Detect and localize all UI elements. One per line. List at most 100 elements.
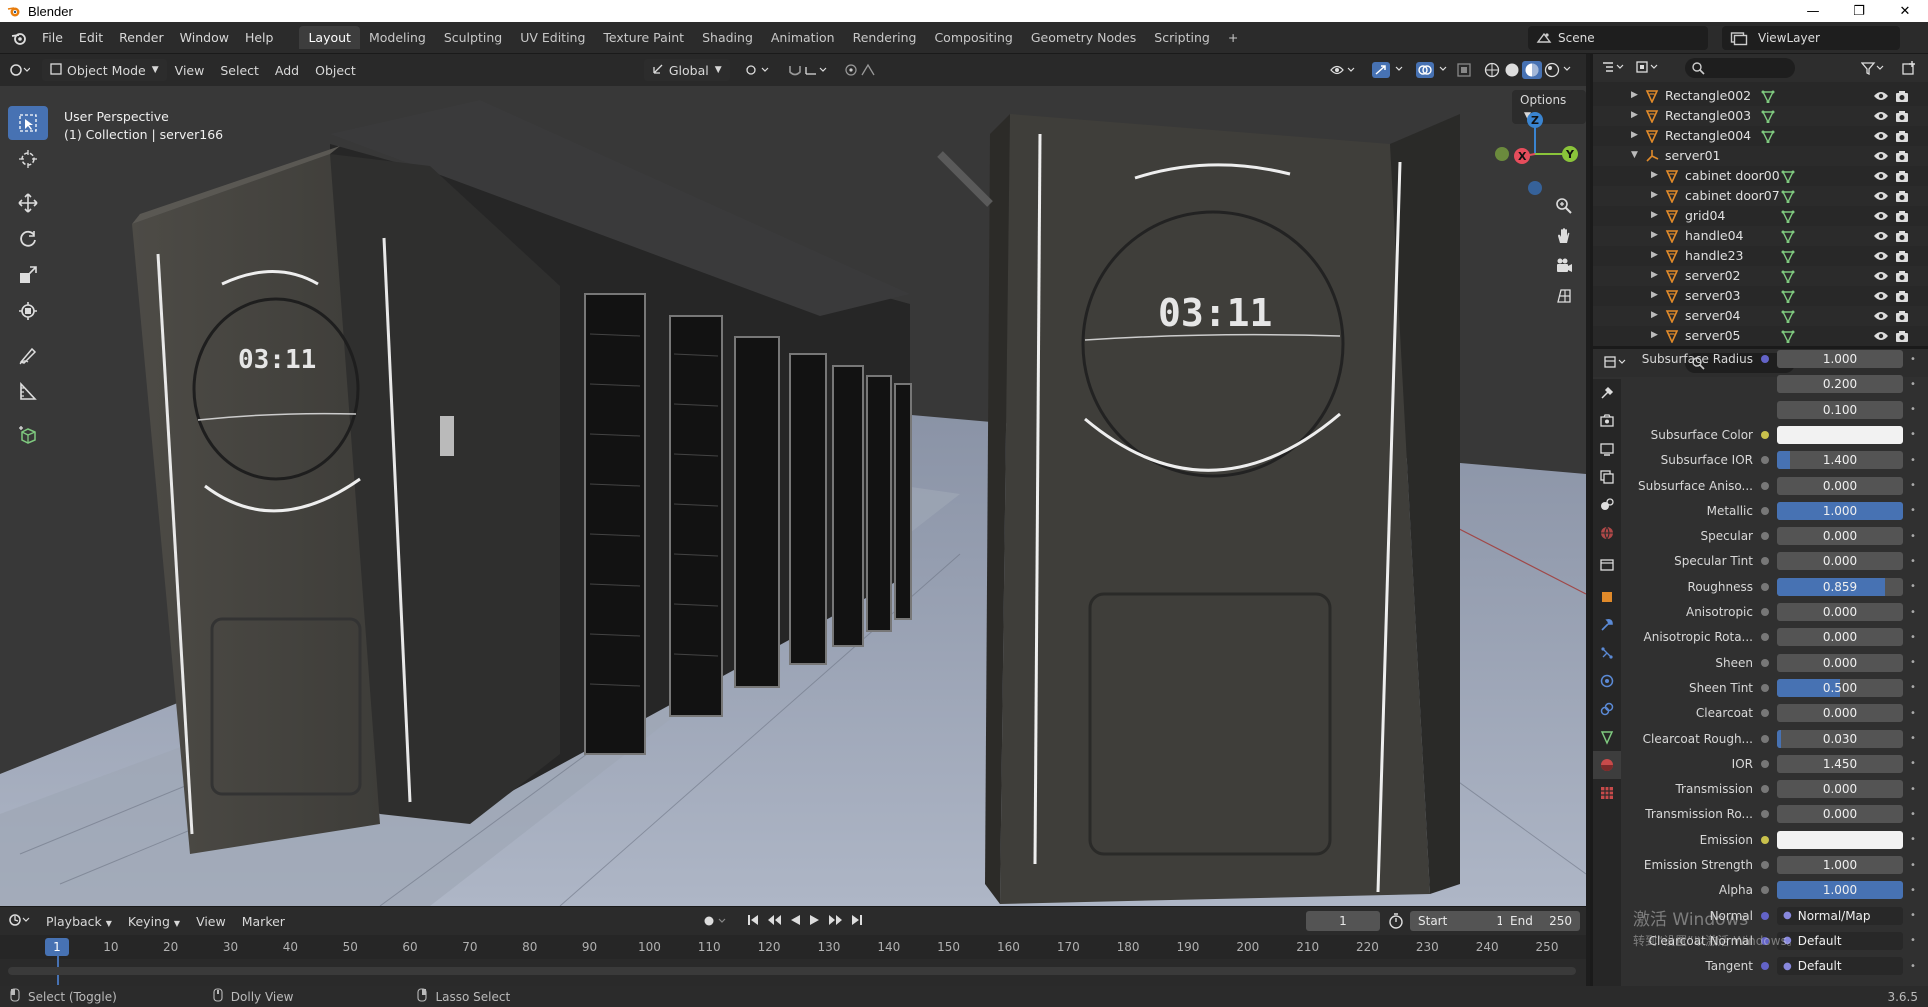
socket-dot-icon[interactable] [1761, 430, 1769, 439]
value-slider[interactable]: 1.000 [1777, 501, 1903, 520]
visibility-eye-icon[interactable] [1873, 149, 1889, 166]
keyframe-dot-icon[interactable]: • [1907, 556, 1919, 567]
render-camera-icon[interactable] [1895, 189, 1909, 206]
keyframe-dot-icon[interactable]: • [1907, 834, 1919, 845]
value-slider[interactable]: 0.859 [1777, 577, 1903, 596]
keyframe-dot-icon[interactable]: • [1907, 632, 1919, 643]
render-camera-icon[interactable] [1895, 129, 1909, 146]
tab-layout[interactable]: Layout [299, 26, 360, 49]
rotate-tool[interactable] [8, 222, 48, 256]
keyframe-dot-icon[interactable]: • [1907, 531, 1919, 542]
outliner-row[interactable]: ▶ handle23 [1593, 246, 1928, 266]
outliner-row[interactable]: ▶ server02 [1593, 266, 1928, 286]
add-workspace-button[interactable]: + [1219, 26, 1247, 49]
link-field[interactable]: ● Default [1777, 957, 1903, 976]
keyframe-dot-icon[interactable]: • [1907, 758, 1919, 769]
expand-right-icon[interactable]: ▶ [1651, 170, 1658, 180]
view-layer-properties-icon[interactable] [1593, 463, 1621, 491]
outliner-row[interactable]: ▶ cabinet door00 [1593, 166, 1928, 186]
keyframe-dot-icon[interactable]: • [1907, 505, 1919, 516]
keyframe-dot-icon[interactable]: • [1907, 581, 1919, 592]
value-slider[interactable]: 0.200 [1777, 375, 1903, 394]
render-camera-icon[interactable] [1895, 309, 1909, 326]
pivot-point-button[interactable] [736, 59, 780, 81]
editor-type-button[interactable] [0, 59, 38, 81]
physics-properties-icon[interactable] [1593, 667, 1621, 695]
expand-right-icon[interactable]: ▶ [1651, 290, 1658, 300]
menu-render[interactable]: Render [111, 30, 172, 45]
tab-rendering[interactable]: Rendering [844, 26, 926, 49]
keyframe-dot-icon[interactable]: • [1907, 733, 1919, 744]
value-slider[interactable]: 0.030 [1777, 729, 1903, 748]
value-slider[interactable]: 0.000 [1777, 805, 1903, 824]
viewport-menu-add[interactable]: Add [267, 59, 307, 81]
mesh-data-icon[interactable] [1781, 209, 1795, 226]
keyframe-dot-icon[interactable]: • [1907, 961, 1919, 972]
keyframe-dot-icon[interactable]: • [1907, 429, 1919, 440]
visibility-eye-icon[interactable] [1873, 169, 1889, 186]
timeline-menu-keying[interactable]: Keying ▼ [120, 914, 188, 929]
measure-tool[interactable] [8, 374, 48, 408]
value-slider[interactable]: 0.000 [1777, 527, 1903, 546]
socket-dot-icon[interactable] [1761, 785, 1769, 794]
value-slider[interactable]: 0.000 [1777, 780, 1903, 799]
play-icon[interactable] [808, 913, 822, 930]
value-slider[interactable]: 0.000 [1777, 628, 1903, 647]
socket-dot-icon[interactable] [1761, 962, 1769, 971]
socket-dot-icon[interactable] [1761, 633, 1769, 642]
keyframe-dot-icon[interactable]: • [1907, 404, 1919, 415]
visibility-eye-icon[interactable] [1873, 189, 1889, 206]
timeline-menu-view[interactable]: View [188, 914, 234, 929]
mode-dropdown[interactable]: Object Mode ▼ [42, 59, 167, 81]
expand-right-icon[interactable]: ▶ [1651, 250, 1658, 260]
particles-properties-icon[interactable] [1593, 639, 1621, 667]
collection-properties-icon[interactable] [1593, 551, 1621, 579]
mesh-data-icon[interactable] [1781, 229, 1795, 246]
restore-button[interactable]: ❐ [1836, 0, 1882, 22]
outliner-row[interactable]: ▶ Rectangle002 [1593, 86, 1928, 106]
expand-right-icon[interactable]: ▶ [1651, 310, 1658, 320]
current-frame-marker[interactable]: 1 [45, 938, 69, 956]
visibility-eye-icon[interactable] [1873, 229, 1889, 246]
expand-right-icon[interactable]: ▶ [1651, 230, 1658, 240]
keyframe-dot-icon[interactable]: • [1907, 708, 1919, 719]
mesh-data-icon[interactable] [1781, 249, 1795, 266]
outliner-row[interactable]: ▶ handle04 [1593, 226, 1928, 246]
socket-dot-icon[interactable] [1761, 506, 1769, 515]
jump-to-keyframe-back-icon[interactable] [766, 913, 782, 930]
value-slider[interactable]: 1.400 [1777, 451, 1903, 470]
object-properties-icon[interactable] [1593, 583, 1621, 611]
tab-shading[interactable]: Shading [693, 26, 762, 49]
minimize-button[interactable]: — [1790, 0, 1836, 22]
value-slider[interactable]: 0.500 [1777, 678, 1903, 697]
move-tool[interactable] [8, 186, 48, 220]
value-slider[interactable]: 1.450 [1777, 754, 1903, 773]
visibility-eye-icon[interactable] [1873, 249, 1889, 266]
modifier-properties-icon[interactable] [1593, 611, 1621, 639]
visibility-eye-icon[interactable] [1873, 289, 1889, 306]
blender-menu-icon[interactable] [8, 27, 30, 49]
tab-geometry-nodes[interactable]: Geometry Nodes [1022, 26, 1145, 49]
outliner-row[interactable]: ▼ server01 [1593, 146, 1928, 166]
outliner-editor-type-icon[interactable] [1601, 60, 1627, 77]
render-camera-icon[interactable] [1895, 169, 1909, 186]
tab-scripting[interactable]: Scripting [1145, 26, 1219, 49]
mesh-data-icon[interactable] [1781, 289, 1795, 306]
mesh-data-icon[interactable] [1781, 329, 1795, 346]
proportional-editing-icon[interactable] [836, 59, 892, 81]
socket-dot-icon[interactable] [1761, 456, 1769, 465]
socket-dot-icon[interactable] [1761, 557, 1769, 566]
tool-properties-icon[interactable] [1593, 379, 1621, 407]
color-swatch[interactable] [1777, 830, 1903, 849]
visibility-eye-icon[interactable] [1873, 209, 1889, 226]
tab-compositing[interactable]: Compositing [925, 26, 1021, 49]
keyframe-dot-icon[interactable]: • [1907, 860, 1919, 871]
start-frame-field[interactable]: Start 1 [1410, 911, 1512, 931]
cursor-tool[interactable] [8, 142, 48, 176]
timeline-menu-marker[interactable]: Marker [234, 914, 293, 929]
socket-dot-icon[interactable] [1761, 886, 1769, 895]
value-slider[interactable]: 0.000 [1777, 653, 1903, 672]
keyframe-dot-icon[interactable]: • [1907, 657, 1919, 668]
close-window-button[interactable]: ✕ [1882, 0, 1928, 22]
value-slider[interactable]: 0.100 [1777, 400, 1903, 419]
